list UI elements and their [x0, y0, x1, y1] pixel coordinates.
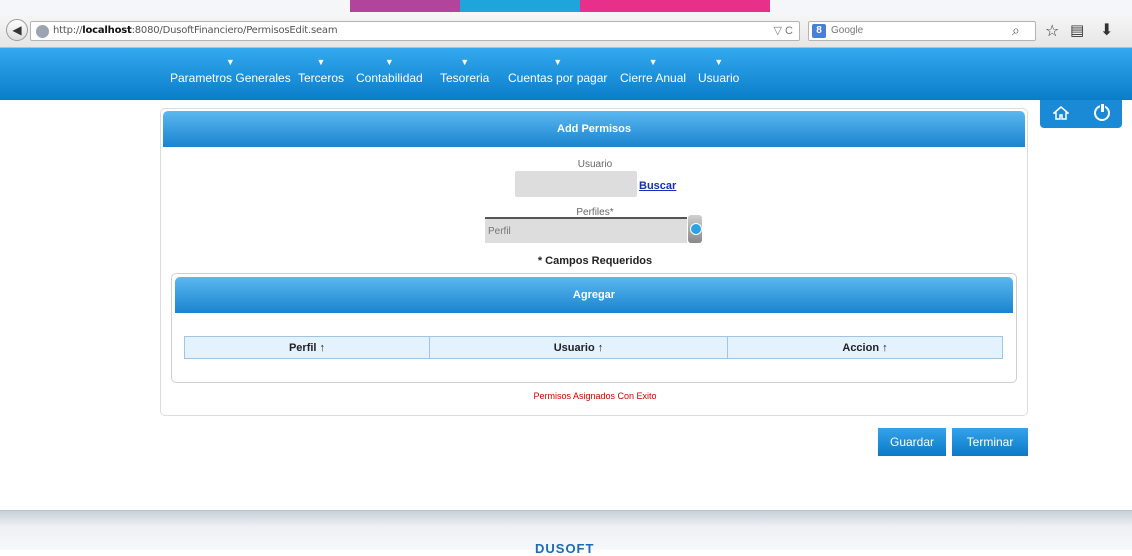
top-decoration: [0, 0, 1132, 12]
arrow-left-icon: ◀: [12, 23, 22, 37]
terminar-button[interactable]: Terminar: [952, 428, 1028, 456]
panel-title: Add Permisos: [163, 111, 1025, 147]
caret-down-icon: ▼: [714, 57, 724, 67]
bookmarks-icon[interactable]: ▤: [1070, 21, 1084, 39]
back-button[interactable]: ◀: [6, 19, 28, 41]
usuario-label: Usuario: [577, 159, 613, 170]
main-navbar: ▼ Parametros Generales ▼ Terceros ▼ Cont…: [0, 48, 1132, 100]
required-note: * Campos Requeridos: [537, 255, 653, 267]
nav-item-usuario[interactable]: ▼ Usuario: [698, 56, 739, 88]
nav-label: Cuentas por pagar: [508, 71, 608, 85]
page-footer: DUSOFT: [0, 510, 1132, 556]
decor-band-blue: [460, 0, 580, 12]
nav-label: Tesoreria: [440, 71, 490, 85]
permisos-panel: Add Permisos Usuario Buscar Perfiles* * …: [160, 108, 1028, 416]
url-text: http://localhost:8080/DusoftFinanciero/P…: [53, 25, 338, 36]
permisos-table: Perfil ↑ Usuario ↑ Accion ↑: [184, 336, 1003, 359]
agregar-panel: Agregar Perfil ↑ Usuario ↑ Accion ↑: [171, 273, 1017, 383]
download-icon[interactable]: ⬇: [1100, 20, 1113, 40]
buscar-link[interactable]: Buscar: [639, 180, 676, 192]
search-engine-label: Google: [831, 25, 864, 36]
success-message: Permisos Asignados Con Exito: [533, 391, 657, 401]
nav-item-cuentas-por-pagar[interactable]: ▼ Cuentas por pagar: [508, 56, 607, 88]
home-icon[interactable]: [1053, 106, 1069, 120]
caret-down-icon: ▼: [225, 57, 235, 67]
decor-band-pink: [580, 0, 770, 12]
usuario-field[interactable]: [515, 171, 637, 197]
column-header-perfil[interactable]: Perfil ↑: [184, 336, 430, 359]
perfil-input[interactable]: [485, 217, 687, 243]
caret-down-icon: ▼: [553, 57, 563, 67]
caret-down-icon: ▼: [460, 57, 470, 67]
search-bar[interactable]: 8 Google: [808, 21, 1036, 41]
reload-icon[interactable]: ▽ C: [774, 24, 793, 37]
perfil-dropdown-button[interactable]: [688, 215, 702, 243]
nav-label: Terceros: [298, 71, 345, 85]
nav-item-parametros-generales[interactable]: ▼ Parametros Generales: [170, 56, 291, 88]
nav-label: Contabilidad: [356, 71, 423, 85]
agregar-title: Agregar: [175, 277, 1013, 313]
globe-icon: [36, 25, 49, 38]
nav-item-contabilidad[interactable]: ▼ Contabilidad: [356, 56, 423, 88]
nav-item-terceros[interactable]: ▼ Terceros: [298, 56, 344, 88]
nav-label: Cierre Anual: [620, 71, 687, 85]
caret-down-icon: ▼: [384, 57, 394, 67]
browser-toolbar: ◀ http://localhost:8080/DusoftFinanciero…: [0, 12, 1132, 48]
nav-item-cierre-anual[interactable]: ▼ Cierre Anual: [620, 56, 686, 88]
nav-item-tesoreria[interactable]: ▼ Tesoreria: [440, 56, 489, 88]
search-icon[interactable]: ⌕: [1012, 22, 1020, 39]
decor-band-purple: [350, 0, 460, 12]
caret-down-icon: ▼: [648, 57, 658, 67]
footer-logo: DUSOFT: [535, 541, 595, 556]
column-header-usuario[interactable]: Usuario ↑: [429, 336, 728, 359]
google-icon: 8: [812, 24, 826, 38]
quick-actions: [1040, 100, 1122, 128]
column-header-accion[interactable]: Accion ↑: [727, 336, 1003, 359]
power-icon[interactable]: [1094, 103, 1110, 121]
table-header-row: Perfil ↑ Usuario ↑ Accion ↑: [184, 336, 1003, 359]
guardar-button[interactable]: Guardar: [878, 428, 946, 456]
nav-label: Parametros Generales: [170, 71, 291, 85]
address-bar[interactable]: http://localhost:8080/DusoftFinanciero/P…: [30, 21, 800, 41]
bookmark-star-icon[interactable]: ☆: [1045, 21, 1059, 41]
caret-down-icon: ▼: [316, 57, 326, 67]
nav-label: Usuario: [698, 71, 740, 85]
